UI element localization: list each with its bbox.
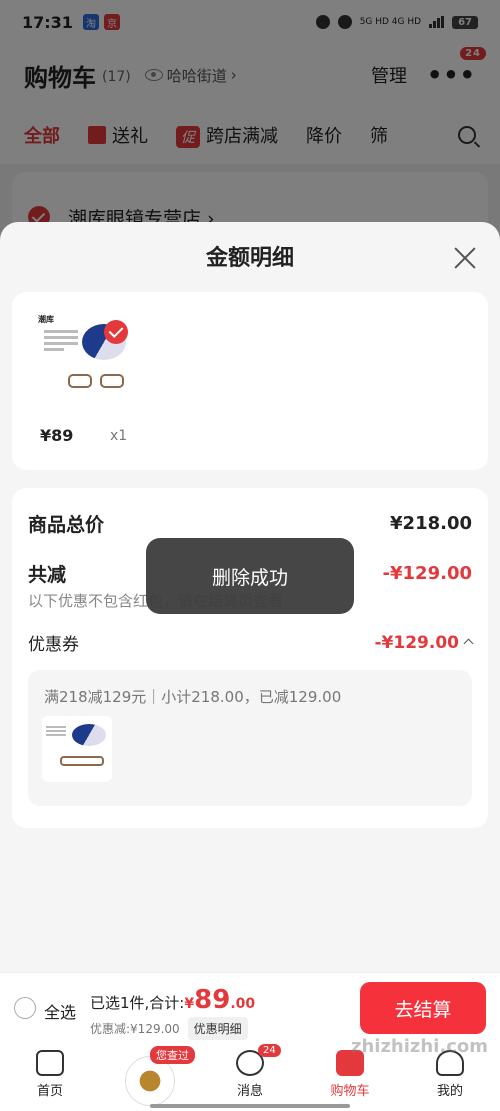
thumb-text-lines <box>46 726 66 736</box>
chevron-up-icon <box>463 638 474 648</box>
recently-viewed-tag: 您查过 <box>150 1046 195 1064</box>
discount-detail-button[interactable]: 优惠明细 <box>187 1017 248 1040</box>
discount-value: -¥129.00 <box>382 563 472 584</box>
nav-recently-viewed[interactable]: 您查过 <box>100 1042 200 1111</box>
checkout-bar: 全选 已选1件,合计: ¥ 89 .00 优惠减:¥129.00 优惠明细 去结… <box>0 972 500 1042</box>
currency-symbol: ¥ <box>184 996 195 1012</box>
discount-label: 共减 <box>28 564 67 586</box>
total-label: 商品总价 <box>28 514 105 536</box>
sheet-title: 金额明细 <box>205 246 294 271</box>
messages-badge: 24 <box>258 1044 281 1057</box>
toast-message: 删除成功 <box>146 538 354 614</box>
close-icon[interactable] <box>454 246 476 268</box>
product-image[interactable]: 潮库 <box>38 314 134 410</box>
coupon-description: 满218减129元｜小计218.00，已减129.00 <box>44 688 342 706</box>
total-row: 商品总价 ¥218.00 <box>28 510 472 537</box>
nav-messages-label: 消息 <box>236 1084 263 1099</box>
product-card: 潮库 ¥89 x1 <box>12 292 488 470</box>
thumb-text-lines <box>44 330 78 354</box>
watermark: zhizhizhi.com <box>350 1036 488 1057</box>
select-all-label[interactable]: 全选 <box>44 999 76 1023</box>
nav-cart-label: 购物车 <box>330 1084 370 1099</box>
nav-home-label: 首页 <box>36 1084 63 1099</box>
summary-prefix: 已选1件,合计: <box>90 994 185 1012</box>
total-amount-decimal: .00 <box>230 996 256 1012</box>
nav-home[interactable]: 首页 <box>0 1042 100 1111</box>
checkout-button[interactable]: 去结算 <box>360 982 486 1034</box>
glasses-icon <box>60 756 104 766</box>
total-value: ¥218.00 <box>390 513 472 534</box>
discount-summary: 优惠减:¥129.00 <box>90 1022 180 1036</box>
glasses-icon <box>68 374 124 388</box>
coupon-label: 优惠券 <box>28 635 79 655</box>
discount-line: 优惠减:¥129.00 优惠明细 <box>90 1017 248 1040</box>
coupon-detail-box: 满218减129元｜小计218.00，已减129.00 <box>28 670 472 806</box>
coupon-product-image[interactable] <box>42 716 112 782</box>
home-icon <box>36 1050 64 1076</box>
select-all-checkbox[interactable] <box>14 997 36 1019</box>
nav-messages[interactable]: 消息 24 <box>200 1042 300 1111</box>
product-price: ¥89 <box>40 426 74 445</box>
check-badge-icon <box>104 320 128 344</box>
coupon-row[interactable]: 优惠券 -¥129.00 <box>28 630 474 655</box>
product-quantity: x1 <box>110 428 128 444</box>
product-brand: 潮库 <box>38 315 54 324</box>
coupon-value: -¥129.00 <box>374 632 460 653</box>
total-amount: 89 <box>194 985 231 1015</box>
coupon-value-wrap: -¥129.00 <box>374 632 474 653</box>
home-indicator <box>150 1104 350 1108</box>
nav-profile-label: 我的 <box>436 1084 463 1099</box>
lens-graphic <box>72 724 106 746</box>
summary-line: 已选1件,合计: ¥ 89 .00 <box>90 985 255 1015</box>
